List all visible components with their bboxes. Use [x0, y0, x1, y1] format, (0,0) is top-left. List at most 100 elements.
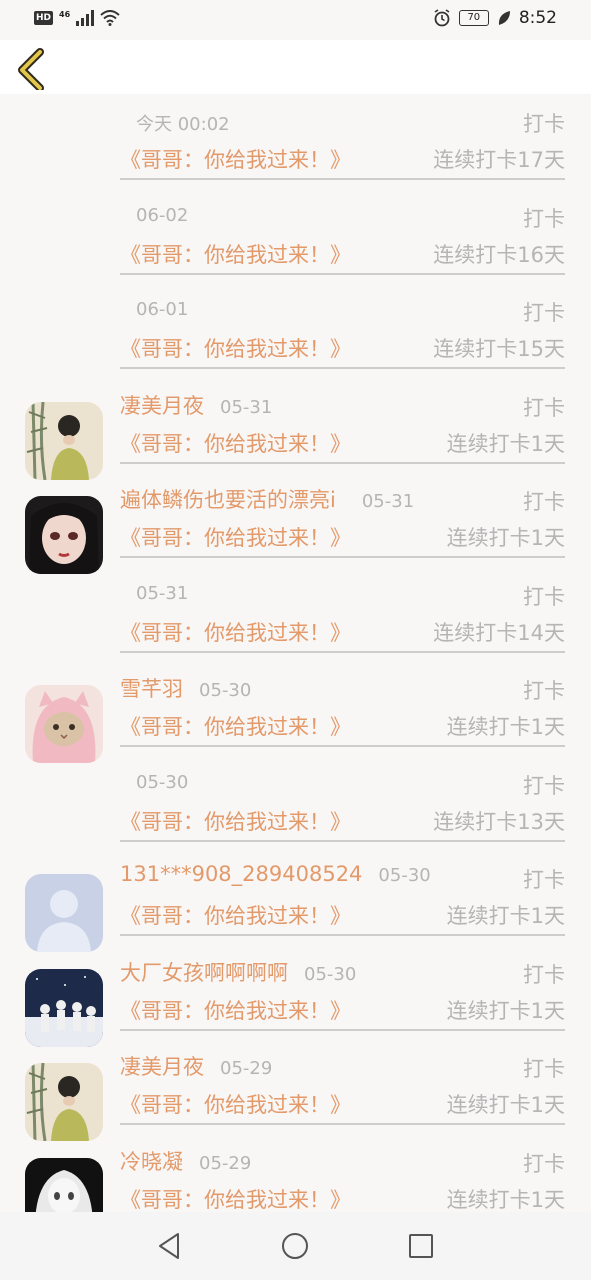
battery-level: 70 — [467, 12, 481, 23]
streak-count: 连续打卡1天 — [446, 998, 565, 1023]
checkin-label: 打卡 — [523, 1057, 565, 1081]
leaf-icon — [498, 11, 510, 25]
record-date: 05-31 — [220, 396, 273, 418]
streak-count: 连续打卡15天 — [433, 337, 565, 361]
book-title[interactable]: 《哥哥：你给我过来！》 — [120, 1184, 351, 1214]
streak-count: 连续打卡14天 — [433, 620, 565, 645]
streak-count: 连续打卡13天 — [433, 809, 565, 834]
checkin-label: 打卡 — [523, 868, 565, 892]
book-title[interactable]: 《哥哥：你给我过来！》 — [120, 1089, 351, 1119]
back-triangle-icon — [159, 1233, 179, 1259]
checkin-label: 打卡 — [523, 1151, 565, 1176]
streak-count: 连续打卡1天 — [446, 904, 565, 928]
user-name-line: 131***908_289408524 05-30 — [120, 862, 431, 886]
checkin-record-list: 今天 00:02 打卡 《哥哥：你给我过来！》 连续打卡17天 06-02 打卡… — [0, 94, 591, 1236]
user-name[interactable]: 凄美月夜 — [120, 390, 204, 420]
checkin-row[interactable]: 05-30 打卡 《哥哥：你给我过来！》 连续打卡13天 — [0, 756, 591, 851]
user-name-line: 凄美月夜 05-29 — [120, 1051, 272, 1081]
avatar-girl-bamboo[interactable] — [25, 401, 103, 480]
book-title[interactable]: 《哥哥：你给我过来！》 — [120, 806, 351, 836]
record-date: 06-02 — [136, 204, 189, 226]
book-title[interactable]: 《哥哥：你给我过来！》 — [120, 617, 351, 647]
avatar-group-night[interactable] — [25, 968, 103, 1047]
row-divider — [120, 839, 565, 842]
streak-count: 连续打卡1天 — [446, 715, 565, 739]
record-date: 05-30 — [199, 680, 252, 701]
status-bar: HD 46 70 8:52 — [0, 0, 591, 40]
checkin-row[interactable]: 遍体鳞伤也要活的漂亮i 05-31 打卡 《哥哥：你给我过来！》 连续打卡1天 — [0, 472, 591, 574]
checkin-label: 打卡 — [523, 206, 565, 231]
checkin-row[interactable]: 05-31 打卡 《哥哥：你给我过来！》 连续打卡14天 — [0, 567, 591, 662]
recents-square-icon — [409, 1234, 433, 1258]
streak-count: 连续打卡17天 — [433, 148, 565, 172]
user-name-line: 雪芊羽 05-30 — [120, 673, 251, 703]
row-divider — [120, 1028, 565, 1031]
record-date: 今天 00:02 — [136, 114, 230, 135]
user-name-line: 凄美月夜 05-31 — [120, 390, 272, 420]
user-name-line: 冷晓凝 05-29 — [120, 1146, 251, 1176]
book-title[interactable]: 《哥哥：你给我过来！》 — [120, 995, 351, 1025]
signal-icon — [76, 10, 95, 26]
checkin-row[interactable]: 大厂女孩啊啊啊啊 05-30 打卡 《哥哥：你给我过来！》 连续打卡1天 — [0, 945, 591, 1047]
record-date: 05-31 — [136, 582, 189, 604]
system-nav-bar — [0, 1212, 591, 1280]
record-date: 05-29 — [220, 1058, 273, 1079]
checkin-row[interactable]: 凄美月夜 05-29 打卡 《哥哥：你给我过来！》 连续打卡1天 — [0, 1039, 591, 1141]
status-right: 70 8:52 — [433, 8, 557, 28]
user-name[interactable]: 雪芊羽 — [120, 673, 183, 703]
nav-back-button[interactable] — [155, 1231, 185, 1261]
user-name[interactable]: 遍体鳞伤也要活的漂亮i — [120, 484, 336, 514]
checkin-label: 打卡 — [523, 395, 565, 420]
checkin-label: 打卡 — [523, 584, 565, 609]
book-title[interactable]: 《哥哥：你给我过来！》 — [120, 522, 351, 552]
book-title[interactable]: 《哥哥：你给我过来！》 — [120, 711, 351, 741]
record-date: 05-30 — [378, 865, 431, 886]
streak-count: 连续打卡1天 — [446, 431, 565, 456]
streak-count: 连续打卡1天 — [446, 526, 565, 550]
user-name[interactable]: 大厂女孩啊啊啊啊 — [120, 957, 288, 987]
book-title[interactable]: 《哥哥：你给我过来！》 — [120, 428, 351, 458]
nav-recents-button[interactable] — [406, 1231, 436, 1261]
home-circle-icon — [282, 1233, 308, 1259]
chevron-left-icon — [18, 48, 44, 92]
avatar-girl-bamboo[interactable] — [25, 1063, 103, 1141]
checkin-row[interactable]: 06-01 打卡 《哥哥：你给我过来！》 连续打卡15天 — [0, 283, 591, 378]
alarm-icon — [434, 9, 450, 27]
row-divider — [120, 650, 565, 653]
nav-home-button[interactable] — [280, 1231, 310, 1261]
checkin-label: 打卡 — [523, 490, 565, 514]
checkin-row[interactable]: 131***908_289408524 05-30 打卡 《哥哥：你给我过来！》… — [0, 850, 591, 952]
checkin-label: 打卡 — [523, 962, 565, 987]
streak-count: 连续打卡1天 — [446, 1187, 565, 1212]
book-title[interactable]: 《哥哥：你给我过来！》 — [120, 333, 351, 363]
book-title[interactable]: 《哥哥：你给我过来！》 — [120, 900, 351, 930]
record-date: 05-30 — [136, 771, 189, 793]
streak-count: 连续打卡16天 — [433, 242, 565, 267]
book-title[interactable]: 《哥哥：你给我过来！》 — [120, 239, 351, 269]
checkin-row[interactable]: 凄美月夜 05-31 打卡 《哥哥：你给我过来！》 连续打卡1天 — [0, 378, 591, 480]
avatar-cat-pink[interactable] — [25, 685, 103, 763]
back-button[interactable] — [12, 46, 52, 92]
checkin-label: 打卡 — [523, 679, 565, 703]
avatar-girl-black-hair[interactable] — [25, 496, 103, 574]
checkin-label: 打卡 — [523, 773, 565, 798]
checkin-row[interactable]: 雪芊羽 05-30 打卡 《哥哥：你给我过来！》 连续打卡1天 — [0, 661, 591, 763]
row-divider — [120, 556, 565, 558]
streak-count: 连续打卡1天 — [446, 1093, 565, 1117]
book-title[interactable]: 《哥哥：你给我过来！》 — [120, 144, 351, 174]
wifi-icon — [100, 10, 120, 26]
checkin-label: 打卡 — [523, 301, 565, 325]
row-divider — [120, 745, 565, 747]
avatar-default-user[interactable] — [25, 874, 103, 952]
user-name[interactable]: 冷晓凝 — [120, 1146, 183, 1176]
user-name[interactable]: 凄美月夜 — [120, 1051, 204, 1081]
user-name-line: 遍体鳞伤也要活的漂亮i 05-31 — [120, 484, 414, 514]
battery-icon: 70 — [458, 10, 489, 26]
row-divider — [120, 178, 565, 180]
checkin-row[interactable]: 今天 00:02 打卡 《哥哥：你给我过来！》 连续打卡17天 — [0, 94, 591, 189]
record-date: 05-31 — [361, 491, 415, 512]
row-divider — [120, 461, 565, 464]
user-name[interactable]: 131***908_289408524 — [120, 862, 362, 886]
record-date: 06-01 — [136, 299, 189, 320]
checkin-row[interactable]: 06-02 打卡 《哥哥：你给我过来！》 连续打卡16天 — [0, 189, 591, 284]
